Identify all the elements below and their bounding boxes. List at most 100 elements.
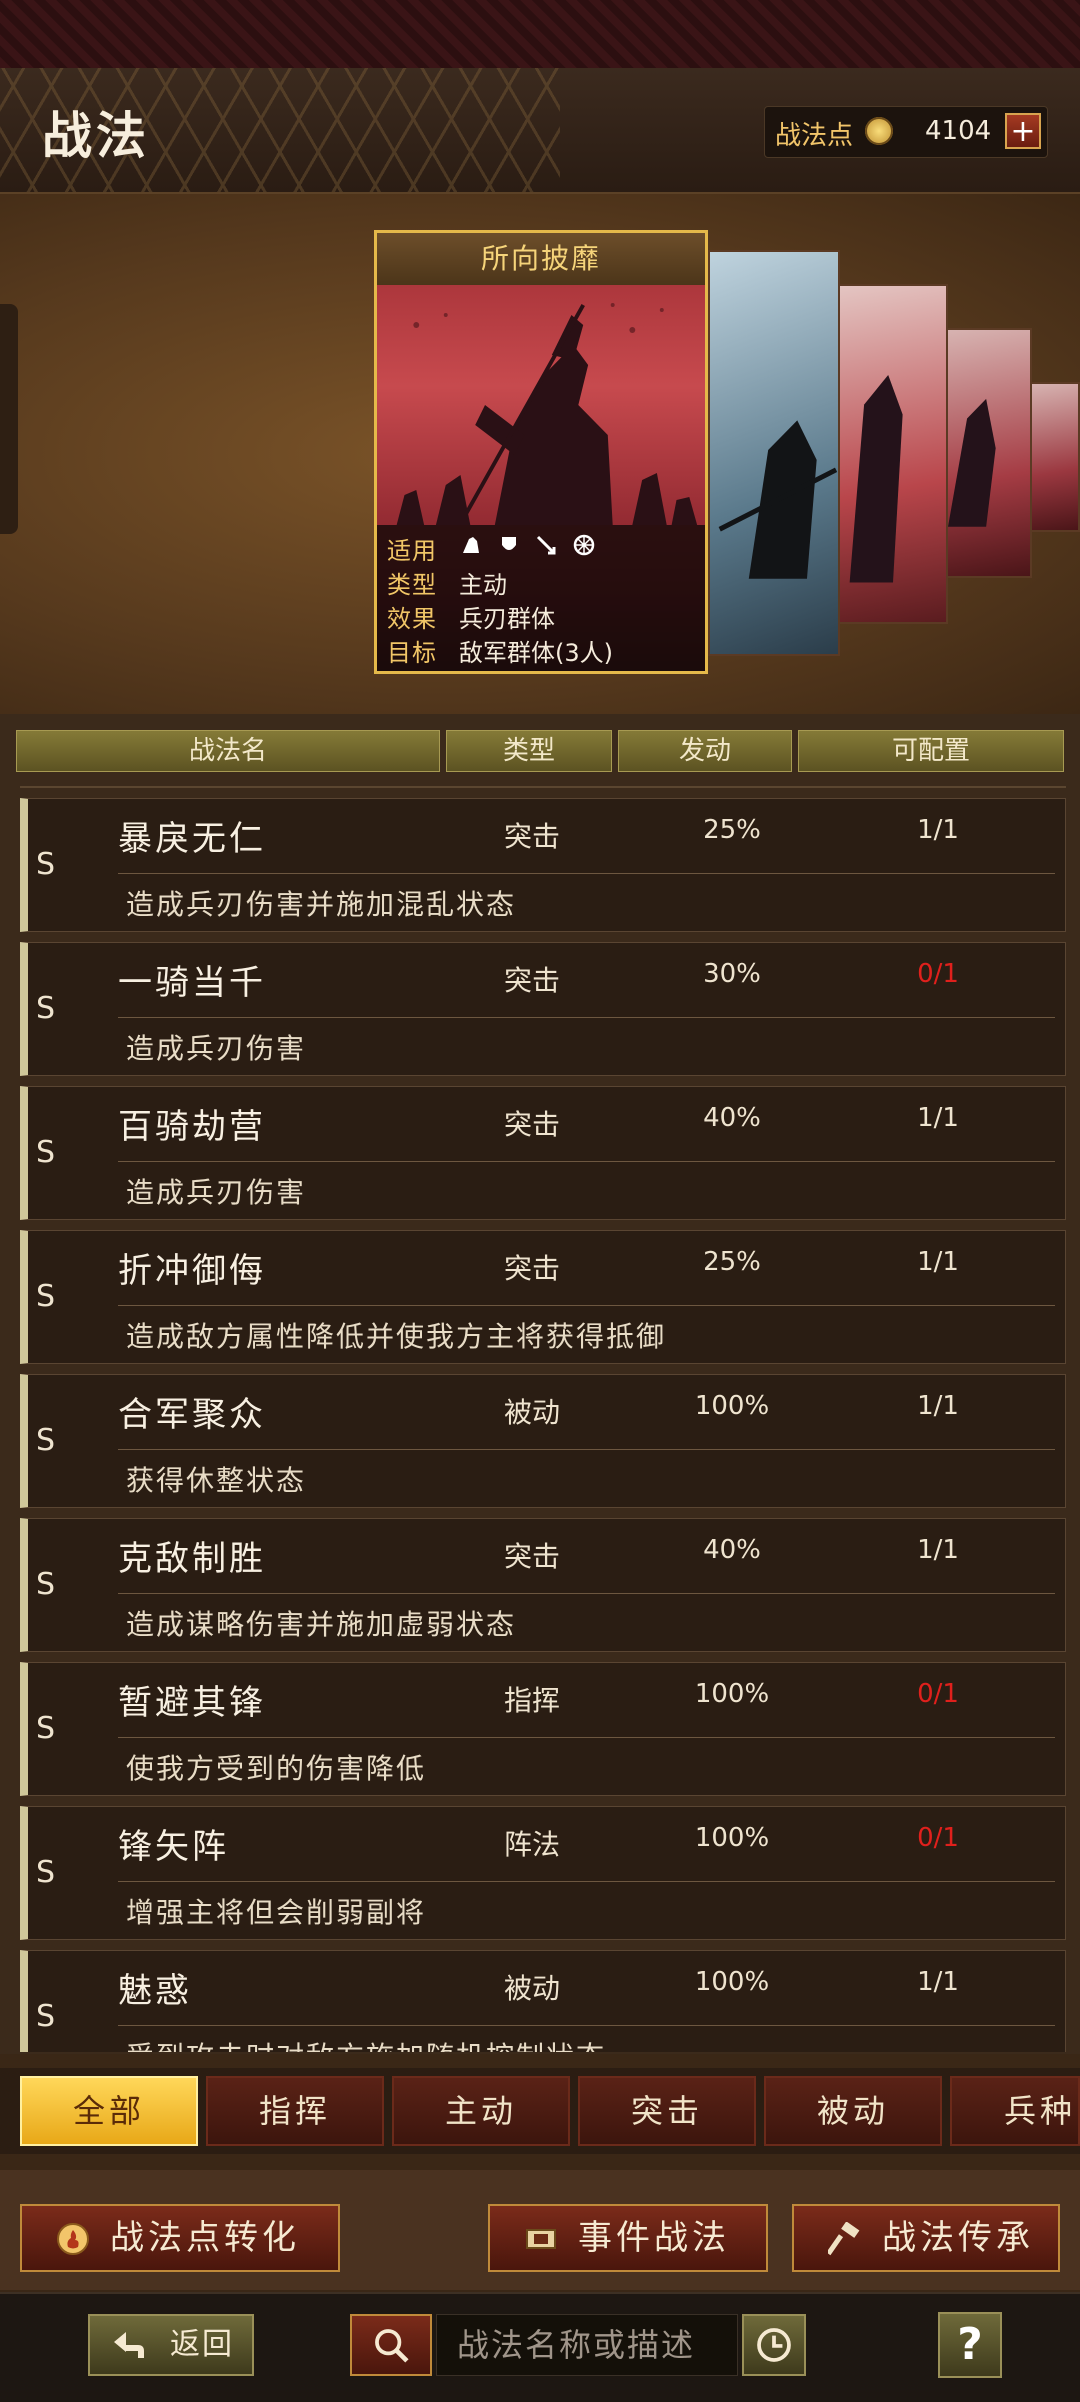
skill-name: 合军聚众: [118, 1395, 266, 1435]
search-icon: [375, 2329, 409, 2363]
tab-passive[interactable]: 被动: [764, 2076, 942, 2146]
convert-points-label: 战法点转化: [110, 2218, 300, 2258]
skill-rate: 30%: [703, 959, 761, 989]
skill-type: 突击: [504, 1540, 561, 1573]
skill-name: 魅惑: [118, 1971, 192, 2011]
table-row[interactable]: S 锋矢阵 阵法 100% 0/1 增强主将但会削弱副将: [20, 1806, 1066, 1940]
hammer-icon: [828, 2222, 860, 2256]
chariot-icon: [573, 534, 595, 556]
table-row[interactable]: S 暂避其锋 指挥 100% 0/1 使我方受到的伤害降低: [20, 1662, 1066, 1796]
cavalry-icon: [463, 537, 479, 553]
skill-desc: 造成谋略伤害并施加虚弱状态: [126, 1608, 517, 1641]
row-divider: [118, 1593, 1055, 1594]
skill-points-value: 4104: [925, 116, 992, 146]
skill-config: 1/1: [917, 1103, 959, 1133]
skill-config: 0/1: [917, 1823, 959, 1853]
table-row[interactable]: S 折冲御侮 突击 25% 1/1 造成敌方属性降低并使我方主将获得抵御: [20, 1230, 1066, 1364]
back-label: 返回: [170, 2327, 234, 2362]
skill-rate: 25%: [703, 1247, 761, 1277]
skill-card-thumbnail[interactable]: [708, 250, 840, 656]
skill-name: 克敌制胜: [118, 1539, 266, 1579]
skill-card-carousel[interactable]: 所向披靡 适用 类型 主动 效果 兵刃群体 目标 敌军群体(3人): [0, 194, 1080, 714]
row-divider: [118, 1017, 1055, 1018]
tab-troop[interactable]: 兵种: [950, 2076, 1080, 2146]
column-header-type[interactable]: 类型: [446, 730, 612, 772]
page-title: 战法: [42, 107, 150, 165]
header: 战法 战法点 4104 +: [0, 68, 1080, 194]
carousel-left-handle[interactable]: [0, 304, 18, 534]
bottom-bar: 返回 ?: [0, 2292, 1080, 2402]
table-row[interactable]: S 克敌制胜 突击 40% 1/1 造成谋略伤害并施加虚弱状态: [20, 1518, 1066, 1652]
skill-desc: 造成敌方属性降低并使我方主将获得抵御: [126, 1320, 667, 1353]
info-row-type: 类型 主动: [387, 565, 695, 599]
skill-table: 战法名 类型 发动 可配置 S 暴戾无仁 突击 25% 1/1 造成兵刃伤害并施…: [0, 714, 1080, 2054]
skill-desc: 使我方受到的伤害降低: [126, 1752, 427, 1785]
help-button[interactable]: ?: [938, 2312, 1002, 2378]
skill-name: 折冲御侮: [118, 1251, 266, 1291]
skill-card-thumbnail[interactable]: [838, 284, 948, 624]
skill-desc: 受到攻击时对敌方施加随机控制状态: [126, 2035, 606, 2052]
skill-grade: S: [36, 991, 56, 1026]
skill-config: 1/1: [917, 1391, 959, 1421]
featured-skill-card[interactable]: 所向披靡 适用 类型 主动 效果 兵刃群体 目标 敌军群体(3人): [374, 230, 708, 674]
search-history-button[interactable]: [742, 2314, 806, 2376]
skill-rate: 40%: [703, 1103, 761, 1133]
skill-grade: S: [36, 1135, 56, 1170]
info-row-effect: 效果 兵刃群体: [387, 599, 695, 633]
skill-rate: 40%: [703, 1535, 761, 1565]
row-divider: [118, 873, 1055, 874]
search-button[interactable]: [350, 2314, 432, 2376]
filter-tabs: 全部 指挥 主动 突击 被动 兵种: [0, 2068, 1080, 2154]
column-header-rate[interactable]: 发动: [618, 730, 792, 772]
search-input[interactable]: [436, 2314, 738, 2376]
skill-type: 突击: [504, 964, 561, 997]
skill-grade: S: [36, 847, 56, 882]
skill-card-thumbnail[interactable]: [1030, 382, 1080, 532]
info-key: 适用: [387, 536, 437, 565]
skill-type: 阵法: [504, 1828, 561, 1861]
skill-desc: 获得休整状态: [126, 1464, 307, 1497]
skill-config: 1/1: [917, 1535, 959, 1565]
row-divider: [118, 1305, 1055, 1306]
tab-assault[interactable]: 突击: [578, 2076, 756, 2146]
skill-card-thumbnail[interactable]: [946, 328, 1032, 578]
event-skill-button[interactable]: 事件战法: [488, 2204, 768, 2272]
skill-rate: 100%: [694, 1967, 770, 1997]
skill-list[interactable]: S 暴戾无仁 突击 25% 1/1 造成兵刃伤害并施加混乱状态 S 一骑当千 突…: [20, 786, 1066, 2052]
skill-grade: S: [36, 1711, 56, 1746]
table-header: 战法名 类型 发动 可配置: [16, 730, 1064, 772]
convert-points-button[interactable]: 战法点转化: [20, 2204, 340, 2272]
info-key: 效果: [387, 604, 437, 633]
applicable-unit-icons: [459, 533, 602, 563]
table-row[interactable]: S 百骑劫营 突击 40% 1/1 造成兵刃伤害: [20, 1086, 1066, 1220]
column-header-name[interactable]: 战法名: [16, 730, 440, 772]
skill-grade: S: [36, 1999, 56, 2034]
scroll-icon: [526, 2229, 556, 2249]
skill-points-label: 战法点: [775, 121, 854, 151]
table-row[interactable]: S 魅惑 被动 100% 1/1 受到攻击时对敌方施加随机控制状态: [20, 1950, 1066, 2052]
table-row[interactable]: S 合军聚众 被动 100% 1/1 获得休整状态: [20, 1374, 1066, 1508]
add-points-button[interactable]: +: [1005, 113, 1041, 149]
back-button[interactable]: 返回: [88, 2314, 254, 2376]
skill-grade: S: [36, 1279, 56, 1314]
skill-name: 一骑当千: [118, 963, 266, 1003]
clock-icon: [757, 2328, 791, 2362]
skill-grade: S: [36, 1855, 56, 1890]
tab-command[interactable]: 指挥: [206, 2076, 384, 2146]
action-bar: 战法点转化 事件战法 战法传承: [0, 2170, 1080, 2290]
table-row[interactable]: S 暴戾无仁 突击 25% 1/1 造成兵刃伤害并施加混乱状态: [20, 798, 1066, 932]
skill-config: 1/1: [917, 815, 959, 845]
skill-grade: S: [36, 1567, 56, 1602]
skill-name: 暴戾无仁: [118, 819, 266, 859]
skill-desc: 造成兵刃伤害并施加混乱状态: [126, 888, 517, 921]
info-value: 敌军群体(3人): [459, 638, 613, 667]
archer-icon: [537, 535, 556, 555]
tab-active[interactable]: 主动: [392, 2076, 570, 2146]
skill-type: 被动: [504, 1972, 561, 2005]
table-row[interactable]: S 一骑当千 突击 30% 0/1 造成兵刃伤害: [20, 942, 1066, 1076]
tab-all[interactable]: 全部: [20, 2076, 198, 2146]
featured-card-title: 所向披靡: [377, 233, 705, 285]
skill-inherit-button[interactable]: 战法传承: [792, 2204, 1060, 2272]
info-key: 类型: [387, 570, 437, 599]
column-header-config[interactable]: 可配置: [798, 730, 1064, 772]
